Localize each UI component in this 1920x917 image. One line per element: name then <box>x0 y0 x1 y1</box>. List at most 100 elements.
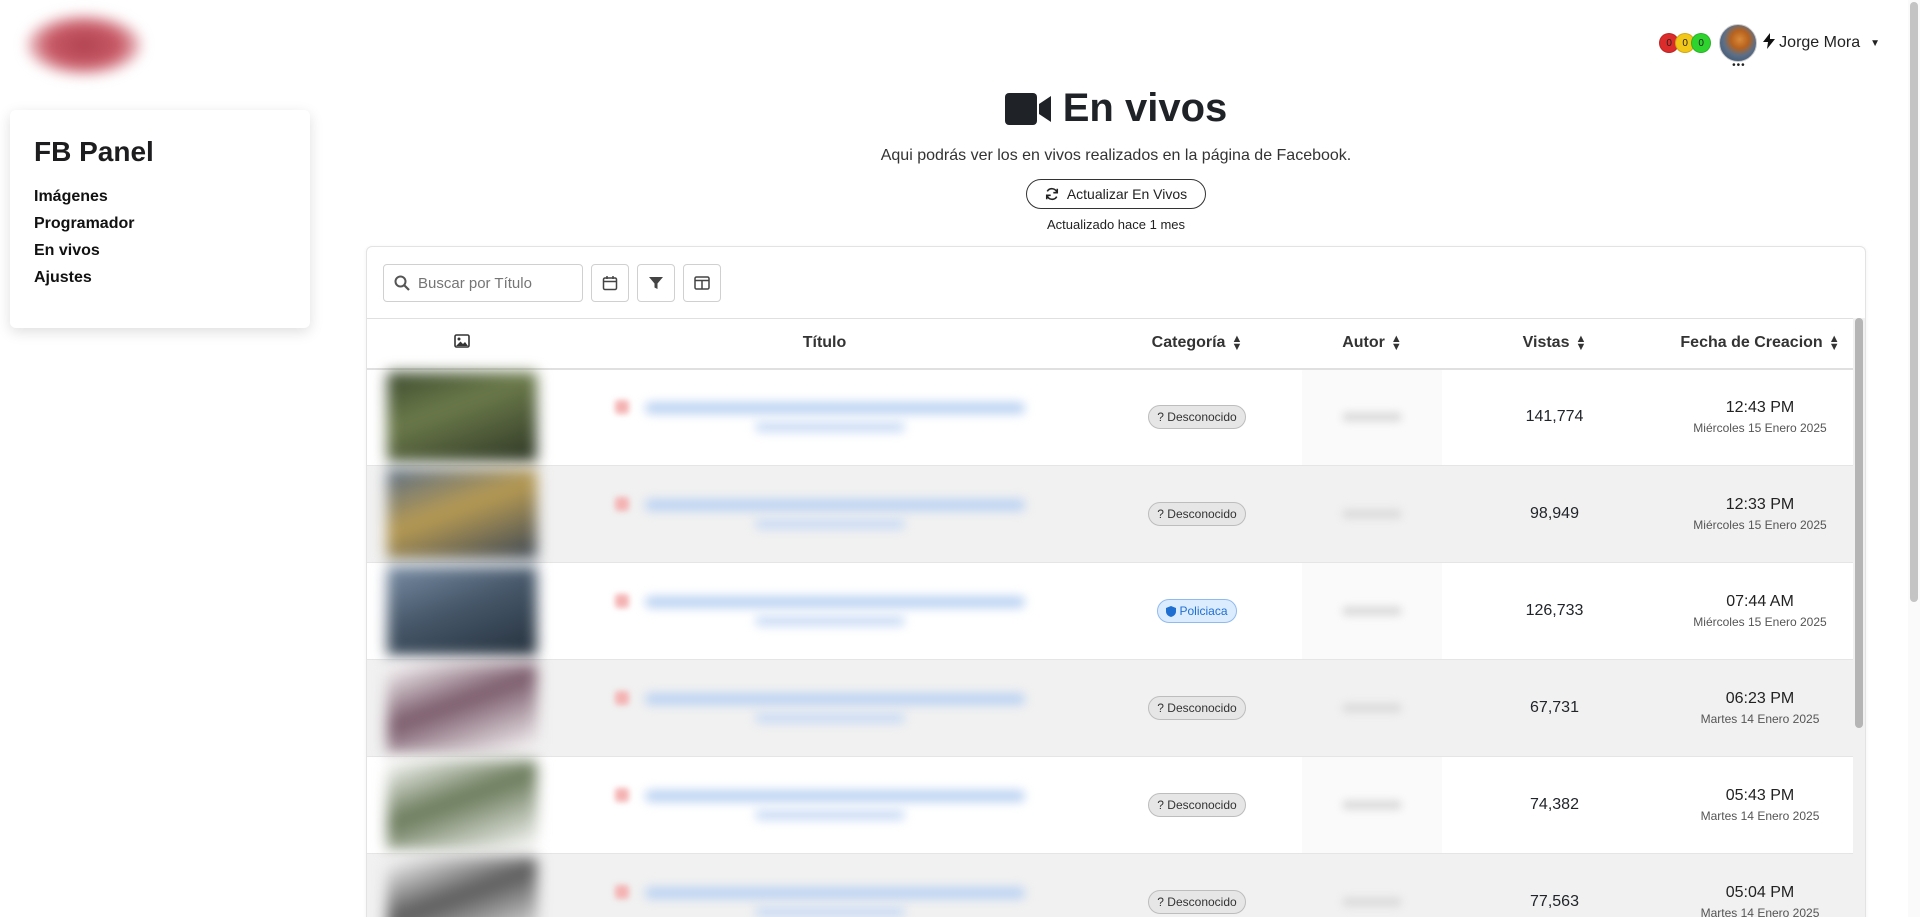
author-cell <box>1302 853 1442 917</box>
refresh-icon <box>1045 187 1058 201</box>
search-box[interactable] <box>383 264 583 302</box>
table-row[interactable]: Policiaca 126,733 07:44 AM Miércoles 15 … <box>367 562 1853 660</box>
created-date: Martes 14 Enero 2025 <box>1700 809 1820 823</box>
created-time: 06:23 PM <box>1725 690 1795 707</box>
created-date: Miércoles 15 Enero 2025 <box>1693 615 1827 629</box>
shield-icon <box>1166 605 1177 617</box>
filter-icon <box>649 277 663 289</box>
page-title-text: En vivos <box>1062 86 1228 130</box>
sidebar: FB Panel Imágenes Programador En vivos A… <box>10 110 310 328</box>
bolt-icon <box>1763 32 1776 54</box>
blurred-author <box>1342 412 1402 423</box>
created-time: 12:33 PM <box>1725 496 1795 513</box>
views-cell: 141,774 <box>1442 368 1667 466</box>
title-cell[interactable] <box>557 659 1092 757</box>
created-cell: 06:23 PM Martes 14 Enero 2025 <box>1667 659 1853 757</box>
title-cell[interactable] <box>557 562 1092 660</box>
video-thumbnail[interactable] <box>387 566 537 656</box>
title-cell[interactable] <box>557 368 1092 466</box>
column-header-title[interactable]: Título <box>557 318 1092 370</box>
page-scrollbar-thumb[interactable] <box>1910 2 1918 602</box>
blurred-title <box>605 392 1045 442</box>
sort-icon[interactable]: ▲ ▼ <box>1391 334 1402 353</box>
category-badge[interactable]: ? Desconocido <box>1148 405 1246 430</box>
created-time: 12:43 PM <box>1725 399 1795 417</box>
created-date: Martes 14 Enero 2025 <box>1700 906 1820 917</box>
created-cell: 07:44 AM Miércoles 15 Enero 2025 <box>1667 562 1853 660</box>
sidebar-item-imagenes[interactable]: Imágenes <box>34 188 286 206</box>
title-cell[interactable] <box>557 465 1092 563</box>
column-header-author[interactable]: Autor ▲ ▼ <box>1302 318 1442 370</box>
date-filter-button[interactable] <box>591 264 629 302</box>
avatar-status-dots: ••• <box>1732 60 1746 71</box>
video-thumbnail[interactable] <box>387 663 537 753</box>
category-badge[interactable]: ? Desconocido <box>1148 890 1246 915</box>
sidebar-item-en-vivos[interactable]: En vivos <box>34 242 286 260</box>
category-badge[interactable]: ? Desconocido <box>1148 502 1246 526</box>
blurred-title <box>605 780 1045 830</box>
video-thumbnail[interactable] <box>387 469 537 559</box>
column-header-category[interactable]: Categoría ▲ ▼ <box>1092 318 1302 370</box>
user-menu-toggle[interactable]: Jorge Mora <box>1779 34 1860 52</box>
column-header-views[interactable]: Vistas ▲ ▼ <box>1442 318 1667 370</box>
thumbnail-cell <box>367 853 557 917</box>
category-badge[interactable]: Policiaca <box>1157 599 1237 623</box>
avatar[interactable]: ••• <box>1719 24 1758 71</box>
created-date: Miércoles 15 Enero 2025 <box>1693 518 1827 532</box>
blurred-author <box>1342 606 1402 616</box>
author-cell <box>1302 659 1442 757</box>
sidebar-item-programador[interactable]: Programador <box>34 215 286 233</box>
sidebar-item-ajustes[interactable]: Ajustes <box>34 269 286 287</box>
blurred-title <box>605 489 1045 539</box>
video-thumbnail[interactable] <box>387 372 537 463</box>
live-table-card: Título Categoría▲▼ Autor▲▼ Vistas▲▼ Fech… <box>366 246 1866 917</box>
title-cell[interactable] <box>557 756 1092 854</box>
filter-button[interactable] <box>637 264 675 302</box>
created-time: 05:43 PM <box>1725 787 1795 804</box>
table-row[interactable]: ? Desconocido 141,774 12:43 PM Miércoles… <box>367 368 1853 466</box>
column-header-created[interactable]: Fecha de Creacion ▲ ▼ <box>1667 318 1853 370</box>
views-cell: 74,382 <box>1442 756 1667 854</box>
columns-icon <box>694 276 710 290</box>
sort-icon[interactable]: ▲ ▼ <box>1829 334 1840 353</box>
thumbnail-cell <box>367 562 557 660</box>
sort-icon[interactable]: ▲ ▼ <box>1231 334 1242 353</box>
blurred-author <box>1342 800 1402 810</box>
caret-down-icon[interactable]: ▼ <box>1870 38 1880 49</box>
category-cell: ? Desconocido <box>1092 853 1302 917</box>
category-cell: Policiaca <box>1092 562 1302 660</box>
brand-logo[interactable] <box>26 14 142 76</box>
calendar-icon <box>602 276 618 291</box>
author-cell <box>1302 465 1442 563</box>
blurred-author <box>1342 509 1402 519</box>
table-toolbar <box>383 264 721 302</box>
category-cell: ? Desconocido <box>1092 756 1302 854</box>
category-badge[interactable]: ? Desconocido <box>1148 793 1246 817</box>
title-cell[interactable] <box>557 853 1092 917</box>
category-cell: ? Desconocido <box>1092 659 1302 757</box>
refresh-live-button[interactable]: Actualizar En Vivos <box>1025 179 1207 209</box>
table-row[interactable]: ? Desconocido 77,563 05:04 PM Martes 14 … <box>367 853 1853 917</box>
table-row[interactable]: ? Desconocido 74,382 05:43 PM Martes 14 … <box>367 756 1853 854</box>
video-camera-icon <box>1004 92 1051 125</box>
counter-green-badge[interactable]: 0 <box>1691 33 1712 53</box>
table-row[interactable]: ? Desconocido 98,949 12:33 PM Miércoles … <box>367 465 1853 563</box>
category-badge[interactable]: ? Desconocido <box>1148 696 1246 720</box>
created-cell: 12:43 PM Miércoles 15 Enero 2025 <box>1667 368 1853 466</box>
page: FB Panel Imágenes Programador En vivos A… <box>0 0 1920 917</box>
created-date: Miércoles 15 Enero 2025 <box>1693 421 1827 436</box>
columns-toggle-button[interactable] <box>683 264 721 302</box>
blurred-title <box>605 877 1045 917</box>
refresh-live-label: Actualizar En Vivos <box>1066 186 1188 202</box>
table-scrollbar-thumb[interactable] <box>1855 318 1863 728</box>
thumbnail-cell <box>367 368 557 466</box>
table-row[interactable]: ? Desconocido 67,731 06:23 PM Martes 14 … <box>367 659 1853 757</box>
search-input[interactable] <box>418 274 568 292</box>
video-thumbnail[interactable] <box>387 760 537 850</box>
page-title: En vivos <box>1004 86 1228 131</box>
created-cell: 05:04 PM Martes 14 Enero 2025 <box>1667 853 1853 917</box>
views-cell: 126,733 <box>1442 562 1667 660</box>
created-time: 05:04 PM <box>1725 884 1795 902</box>
sort-icon[interactable]: ▲ ▼ <box>1575 334 1586 353</box>
video-thumbnail[interactable] <box>387 857 537 917</box>
